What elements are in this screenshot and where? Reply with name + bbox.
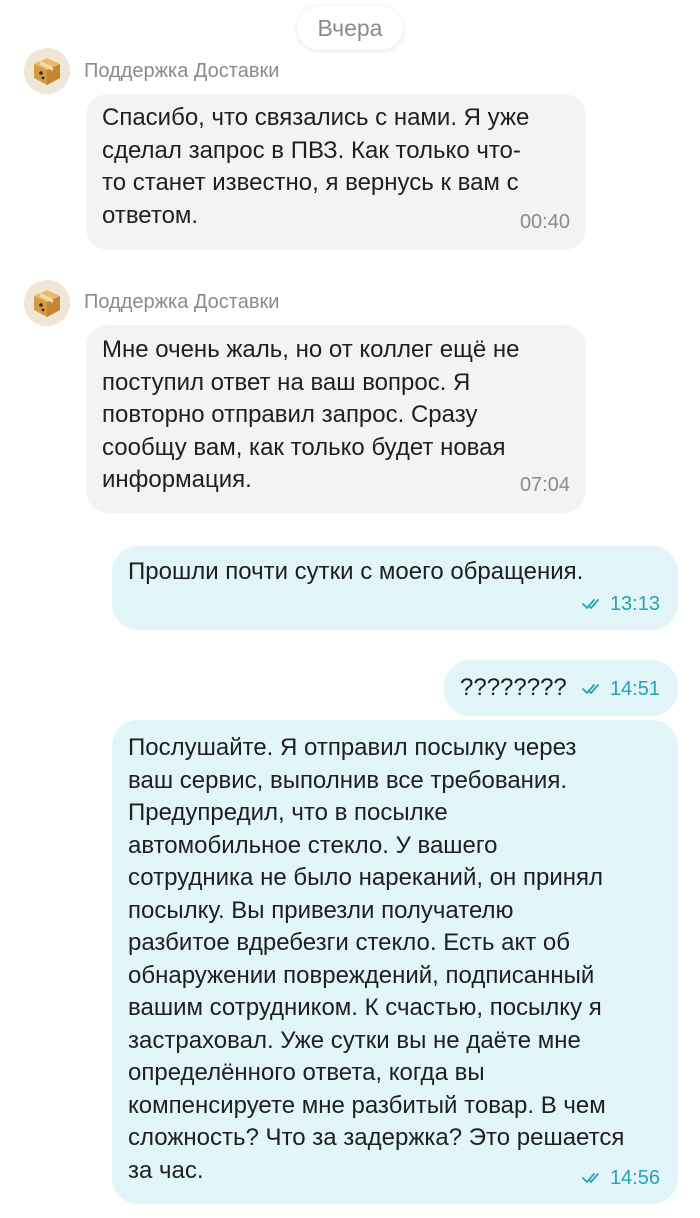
message-time: 13:13 [609,593,660,615]
message-text: Послушайте. Я отправил посылку через ваш… [128,734,625,1184]
message-text: Прошли почти сутки с моего обращения. [128,558,584,585]
delivery-box-icon [24,48,70,94]
message-meta: 14:51 [582,677,660,701]
message-bubble-outgoing[interactable]: Прошли почти сутки с моего обращения. 13… [112,546,678,630]
message-time: 00:40 [519,211,570,233]
message-text: Спасибо, что связались с нами. Я уже сде… [102,104,530,229]
message-text: Мне очень жаль, но от коллег ещё не пост… [102,336,520,493]
double-check-icon [582,1173,599,1183]
sender-name: Поддержка Доставки [84,291,280,313]
message-meta: 14:56 [582,1166,660,1190]
message-bubble-incoming[interactable]: Спасибо, что связались с нами. Я уже сде… [86,94,586,250]
sender-name: Поддержка Доставки [84,60,280,82]
support-avatar[interactable] [24,48,70,94]
message-meta: 13:13 [582,592,660,616]
date-separator: Вчера [297,6,403,50]
support-avatar[interactable] [24,280,70,326]
double-check-icon [582,599,599,609]
double-check-icon [582,684,599,694]
message-bubble-outgoing[interactable]: Послушайте. Я отправил посылку через ваш… [112,720,678,1204]
message-time: 14:51 [609,678,660,700]
message-time: 07:04 [519,474,570,496]
message-bubble-incoming[interactable]: Мне очень жаль, но от коллег ещё не пост… [86,325,586,513]
message-time: 14:56 [609,1167,660,1189]
message-bubble-outgoing[interactable]: ???????? 14:51 [444,660,678,716]
delivery-box-icon [24,280,70,326]
